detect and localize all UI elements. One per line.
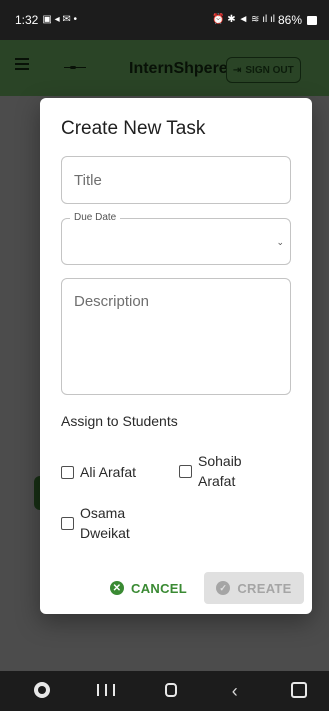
- student-option[interactable]: Osama Dweikat: [61, 503, 161, 543]
- status-bar: 1:32 ▣ ◂ ✉ • ⏰ ✱ ◄ ≋ ıl ıl 86%: [0, 0, 329, 40]
- due-date-field[interactable]: Due Date ⌄: [61, 212, 291, 265]
- title-field[interactable]: [61, 156, 291, 204]
- battery-percent: 86%: [277, 13, 302, 27]
- dialog-actions: ✕ CANCEL ✓ CREATE: [40, 571, 312, 607]
- status-right: ⏰ ✱ ◄ ≋ ıl ıl 86%: [212, 13, 317, 27]
- back-button[interactable]: ‹: [215, 681, 255, 702]
- chevron-down-icon: ⌄: [276, 237, 284, 247]
- assistant-icon: [34, 681, 50, 698]
- recents-icon: [97, 684, 116, 696]
- student-checkbox[interactable]: [61, 466, 74, 479]
- home-icon: [164, 682, 177, 697]
- system-nav-bar: ‹: [0, 671, 329, 711]
- student-option[interactable]: Sohaib Arafat: [179, 451, 269, 491]
- assign-label: Assign to Students: [61, 413, 178, 429]
- due-date-select[interactable]: [62, 219, 290, 264]
- status-left: 1:32 ▣ ◂ ✉ •: [15, 13, 77, 27]
- student-name: Osama Dweikat: [80, 505, 130, 541]
- cancel-button[interactable]: ✕ CANCEL: [110, 573, 187, 603]
- student-name: Ali Arafat: [80, 464, 137, 480]
- cancel-icon: ✕: [110, 581, 124, 595]
- student-checkbox[interactable]: [179, 465, 192, 478]
- create-button[interactable]: ✓ CREATE: [204, 572, 304, 604]
- due-date-label: Due Date: [70, 212, 121, 223]
- rotate-icon: [291, 681, 307, 698]
- cancel-label: CANCEL: [131, 580, 187, 596]
- title-input[interactable]: [62, 157, 290, 203]
- recents-button[interactable]: [86, 683, 126, 699]
- assistant-button[interactable]: [22, 681, 62, 701]
- description-field[interactable]: [61, 278, 291, 395]
- create-task-dialog: Create New Task Due Date ⌄ Assign to Stu…: [40, 98, 312, 614]
- student-option[interactable]: Ali Arafat: [61, 462, 136, 482]
- system-icons: ⏰ ✱ ◄ ≋ ıl ıl: [211, 14, 275, 25]
- home-button[interactable]: [151, 682, 191, 700]
- create-label: CREATE: [237, 580, 292, 596]
- description-input[interactable]: [62, 279, 290, 394]
- check-circle-icon: ✓: [216, 581, 231, 595]
- rotate-button[interactable]: [279, 681, 319, 701]
- notification-icons: ▣ ◂ ✉ •: [42, 14, 78, 25]
- status-time: 1:32: [15, 13, 39, 27]
- battery-icon: [307, 15, 317, 25]
- dialog-title: Create New Task: [61, 118, 206, 139]
- back-icon: ‹: [231, 680, 238, 701]
- student-name: Sohaib Arafat: [198, 453, 242, 489]
- student-checkbox[interactable]: [61, 517, 74, 530]
